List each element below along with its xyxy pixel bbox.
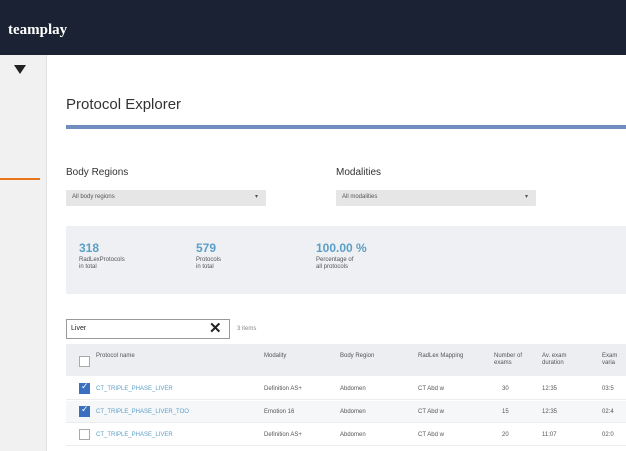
stat-radlex-protocols-caption: RadLexProtocols in total: [79, 257, 125, 270]
column-header-number-of-exams[interactable]: Number of exams: [494, 353, 522, 367]
filter-sidebar: [0, 55, 47, 451]
protocol-name-link[interactable]: CT_TRIPLE_PHASE_LIVER: [96, 386, 173, 392]
table-header: Protocol name Modality Body Region RadLe…: [66, 344, 626, 376]
exam-count-cell: 30: [502, 386, 509, 392]
column-header-protocol-name[interactable]: Protocol name: [96, 353, 135, 360]
chevron-down-icon: ▾: [524, 194, 528, 200]
modalities-select[interactable]: All modalities ▾: [336, 190, 536, 206]
stats-panel: 318 RadLexProtocols in total 579 Protocol…: [66, 226, 626, 294]
radlex-mapping-cell: CT Abd w: [418, 386, 444, 392]
brand-logo[interactable]: teamplay: [8, 22, 67, 39]
filter-toggle-icon[interactable]: [14, 65, 26, 74]
avg-duration-cell: 11:07: [542, 432, 557, 438]
select-all-checkbox[interactable]: [79, 356, 90, 367]
variance-cell: 03:5: [602, 386, 614, 392]
stat-radlex-protocols-value: 318: [79, 241, 100, 255]
exam-count-cell: 15: [502, 409, 509, 415]
clear-search-icon[interactable]: ✕: [209, 321, 222, 336]
table-row[interactable]: CT_TRIPLE_PHASE_LIVER Definition AS+ Abd…: [66, 424, 626, 446]
body-region-cell: Abdomen: [340, 386, 366, 392]
stat-protocols-caption: Protocols in total: [196, 257, 222, 270]
row-checkbox[interactable]: [79, 382, 90, 394]
result-count: 3 items: [237, 326, 257, 332]
exam-count-cell: 20: [502, 432, 509, 438]
stat-percentage-value: 100.00 %: [316, 241, 367, 255]
avg-duration-cell: 12:35: [542, 409, 558, 415]
column-header-radlex-mapping[interactable]: RadLex Mapping: [418, 353, 463, 360]
stat-percentage-caption: Percentage of all protocols: [316, 257, 354, 270]
variance-cell: 02:0: [602, 432, 614, 438]
table-row[interactable]: CT_TRIPLE_PHASE_LIVER Definition AS+ Abd…: [66, 378, 626, 400]
body-regions-select[interactable]: All body regions ▾: [66, 190, 266, 206]
protocol-name-link[interactable]: CT_TRIPLE_PHASE_LIVER: [96, 432, 173, 438]
stat-protocols-value: 579: [196, 241, 217, 255]
accent-divider: [0, 178, 40, 180]
radlex-mapping-cell: CT Abd w: [418, 409, 444, 415]
body-region-cell: Abdomen: [340, 409, 366, 415]
modality-cell: Definition AS+: [264, 386, 302, 392]
modality-cell: Emotion 16: [264, 409, 295, 415]
column-header-body-region[interactable]: Body Region: [340, 353, 374, 360]
variance-cell: 02:4: [602, 409, 614, 415]
modalities-label: Modalities: [336, 167, 382, 178]
column-header-avg-exam-duration[interactable]: Av. exam duration: [542, 353, 566, 367]
body-region-cell: Abdomen: [340, 432, 366, 438]
row-checkbox[interactable]: [79, 429, 90, 440]
body-regions-label: Body Regions: [66, 167, 129, 178]
avg-duration-cell: 12:35: [542, 386, 558, 392]
main-content: Protocol Explorer Body Regions All body …: [47, 55, 626, 451]
top-navigation-bar: teamplay: [0, 0, 626, 55]
modality-cell: Definition AS+: [264, 432, 302, 438]
table-row[interactable]: CT_TRIPLE_PHASE_LIVER_TOO Emotion 16 Abd…: [66, 401, 626, 423]
protocol-name-link[interactable]: CT_TRIPLE_PHASE_LIVER_TOO: [96, 409, 189, 415]
column-header-exam-variance[interactable]: Exam varia: [602, 353, 617, 367]
protocol-search-input[interactable]: Liver: [66, 319, 230, 339]
page-title: Protocol Explorer: [66, 96, 182, 113]
column-header-modality[interactable]: Modality: [264, 353, 286, 360]
chevron-down-icon: ▾: [254, 194, 258, 200]
body-regions-value: All body regions: [72, 194, 115, 200]
radlex-mapping-cell: CT Abd w: [418, 432, 444, 438]
row-checkbox[interactable]: [79, 405, 90, 417]
title-underline: [66, 125, 626, 129]
modalities-value: All modalities: [342, 194, 378, 200]
